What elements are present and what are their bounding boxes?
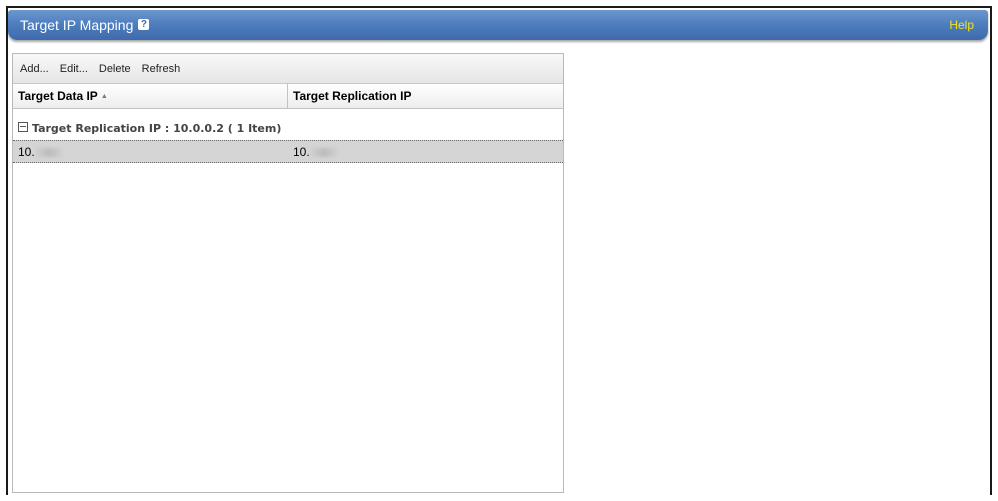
question-icon[interactable]: ? bbox=[138, 18, 150, 30]
grid-header: Target Data IP ▲ Target Replication IP bbox=[13, 84, 563, 109]
column-header-target-replication-ip[interactable]: Target Replication IP bbox=[288, 84, 563, 108]
column-header-target-data-ip[interactable]: Target Data IP ▲ bbox=[13, 84, 288, 108]
column-header-label: Target Data IP bbox=[18, 89, 98, 103]
sort-ascending-icon: ▲ bbox=[100, 93, 108, 100]
column-header-label: Target Replication IP bbox=[293, 89, 412, 103]
add-button[interactable]: Add... bbox=[20, 63, 49, 75]
delete-button[interactable]: Delete bbox=[99, 63, 131, 75]
mapping-grid-panel: Add... Edit... Delete Refresh Target Dat… bbox=[12, 53, 564, 493]
cell-target-replication-ip: 10. bbox=[288, 141, 563, 162]
cell-value: 10. bbox=[293, 145, 310, 159]
collapse-icon[interactable] bbox=[18, 122, 28, 132]
cell-value: 10. bbox=[18, 145, 35, 159]
redacted-value bbox=[310, 148, 337, 157]
grid-toolbar: Add... Edit... Delete Refresh bbox=[13, 54, 563, 84]
refresh-button[interactable]: Refresh bbox=[142, 63, 181, 75]
group-label: Target Replication IP : 10.0.0.2 ( 1 Ite… bbox=[32, 122, 282, 135]
edit-button[interactable]: Edit... bbox=[60, 63, 88, 75]
cell-target-data-ip: 10. bbox=[13, 141, 288, 162]
help-link[interactable]: Help bbox=[949, 18, 974, 32]
title-bar: Target IP Mapping ? Help bbox=[8, 10, 988, 40]
redacted-value bbox=[35, 148, 62, 157]
page-title: Target IP Mapping bbox=[20, 17, 134, 33]
table-row[interactable]: 10. 10. bbox=[13, 140, 563, 163]
group-row[interactable]: Target Replication IP : 10.0.0.2 ( 1 Ite… bbox=[13, 122, 563, 140]
